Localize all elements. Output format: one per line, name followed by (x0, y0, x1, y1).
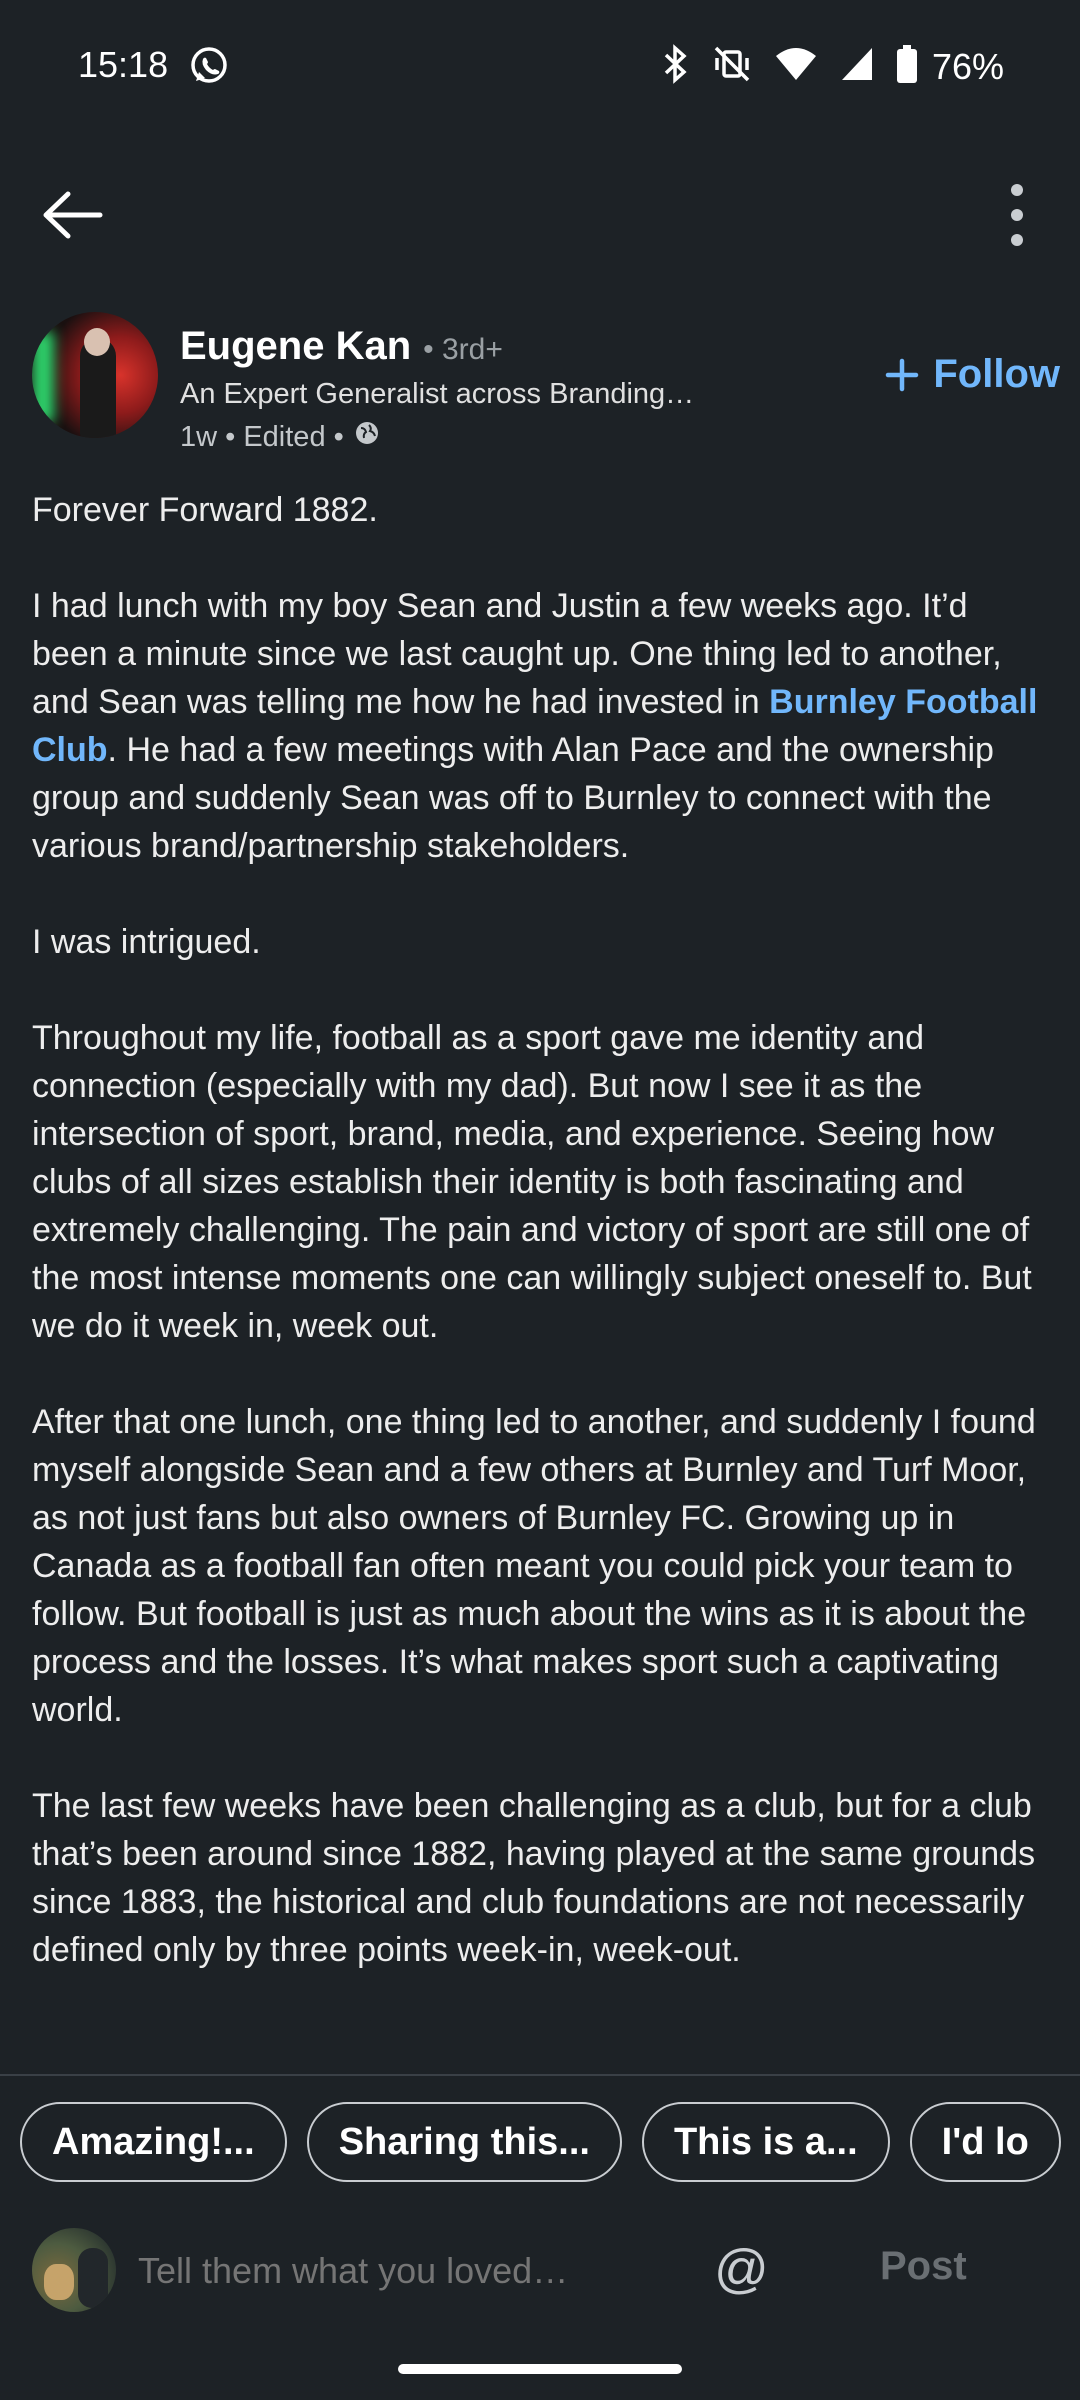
comment-bar: @ Post (0, 2200, 1080, 2340)
post-button[interactable]: Post (880, 2244, 967, 2289)
vibrate-off-icon (712, 44, 752, 89)
status-time: 15:18 (78, 44, 169, 85)
user-avatar (32, 2228, 116, 2312)
whatsapp-icon (188, 44, 230, 91)
battery-percent: 76% (931, 45, 1004, 87)
suggestion-chip[interactable]: Amazing!... (20, 2102, 287, 2182)
post-paragraph: I was intrigued. (32, 923, 261, 961)
post-paragraph: Forever Forward 1882. (32, 491, 378, 529)
arrow-left-icon (43, 191, 103, 239)
globe-icon (354, 420, 380, 454)
follow-label: Follow (933, 352, 1060, 396)
app-bar (0, 150, 1080, 280)
back-button[interactable] (38, 180, 108, 250)
post-paragraph: I had lunch with my boy Sean and Justin … (32, 582, 1052, 870)
post-author: Eugene Kan • 3rd+ An Expert Generalist a… (32, 312, 1062, 462)
divider (0, 2074, 1080, 2076)
signal-icon (840, 46, 874, 87)
suggestion-chip[interactable]: Sharing this... (306, 2102, 622, 2182)
plus-icon (886, 358, 919, 391)
home-indicator[interactable] (398, 2364, 682, 2374)
suggestion-chip[interactable]: I'd lo (909, 2102, 1061, 2182)
more-options-button[interactable] (982, 170, 1052, 260)
avatar[interactable] (32, 312, 158, 438)
post-paragraph: The last few weeks have been challenging… (32, 1787, 1036, 1969)
author-name-row: Eugene Kan • 3rd+ (180, 324, 503, 369)
author-headline: An Expert Generalist across Branding… (180, 378, 695, 410)
post-paragraph: After that one lunch, one thing led to a… (32, 1403, 1036, 1729)
author-name[interactable]: Eugene Kan (180, 324, 411, 369)
connection-degree: • 3rd+ (423, 333, 503, 366)
post-meta: 1w • Edited • (180, 420, 380, 454)
follow-button[interactable]: Follow (885, 352, 1060, 397)
battery-icon (896, 45, 918, 88)
bluetooth-icon (660, 44, 690, 89)
wifi-icon (774, 46, 818, 87)
status-icons: 76% (660, 44, 1004, 89)
suggested-replies: Amazing!... Sharing this... This is a... I'… (20, 2102, 1080, 2186)
status-bar: 15:18 76% (0, 0, 1080, 130)
comment-input[interactable] (136, 2242, 680, 2300)
suggestion-chip[interactable]: This is a... (641, 2102, 890, 2182)
post-meta-text: 1w • Edited • (180, 420, 344, 453)
mention-button[interactable]: @ (714, 2238, 769, 2300)
more-vertical-icon (1011, 184, 1023, 246)
post-body: Forever Forward 1882. I had lunch with m… (32, 486, 1052, 2022)
post-text: . He had a few meetings with Alan Pace a… (32, 731, 994, 865)
post-paragraph: Throughout my life, football as a sport … (32, 1019, 1032, 1345)
